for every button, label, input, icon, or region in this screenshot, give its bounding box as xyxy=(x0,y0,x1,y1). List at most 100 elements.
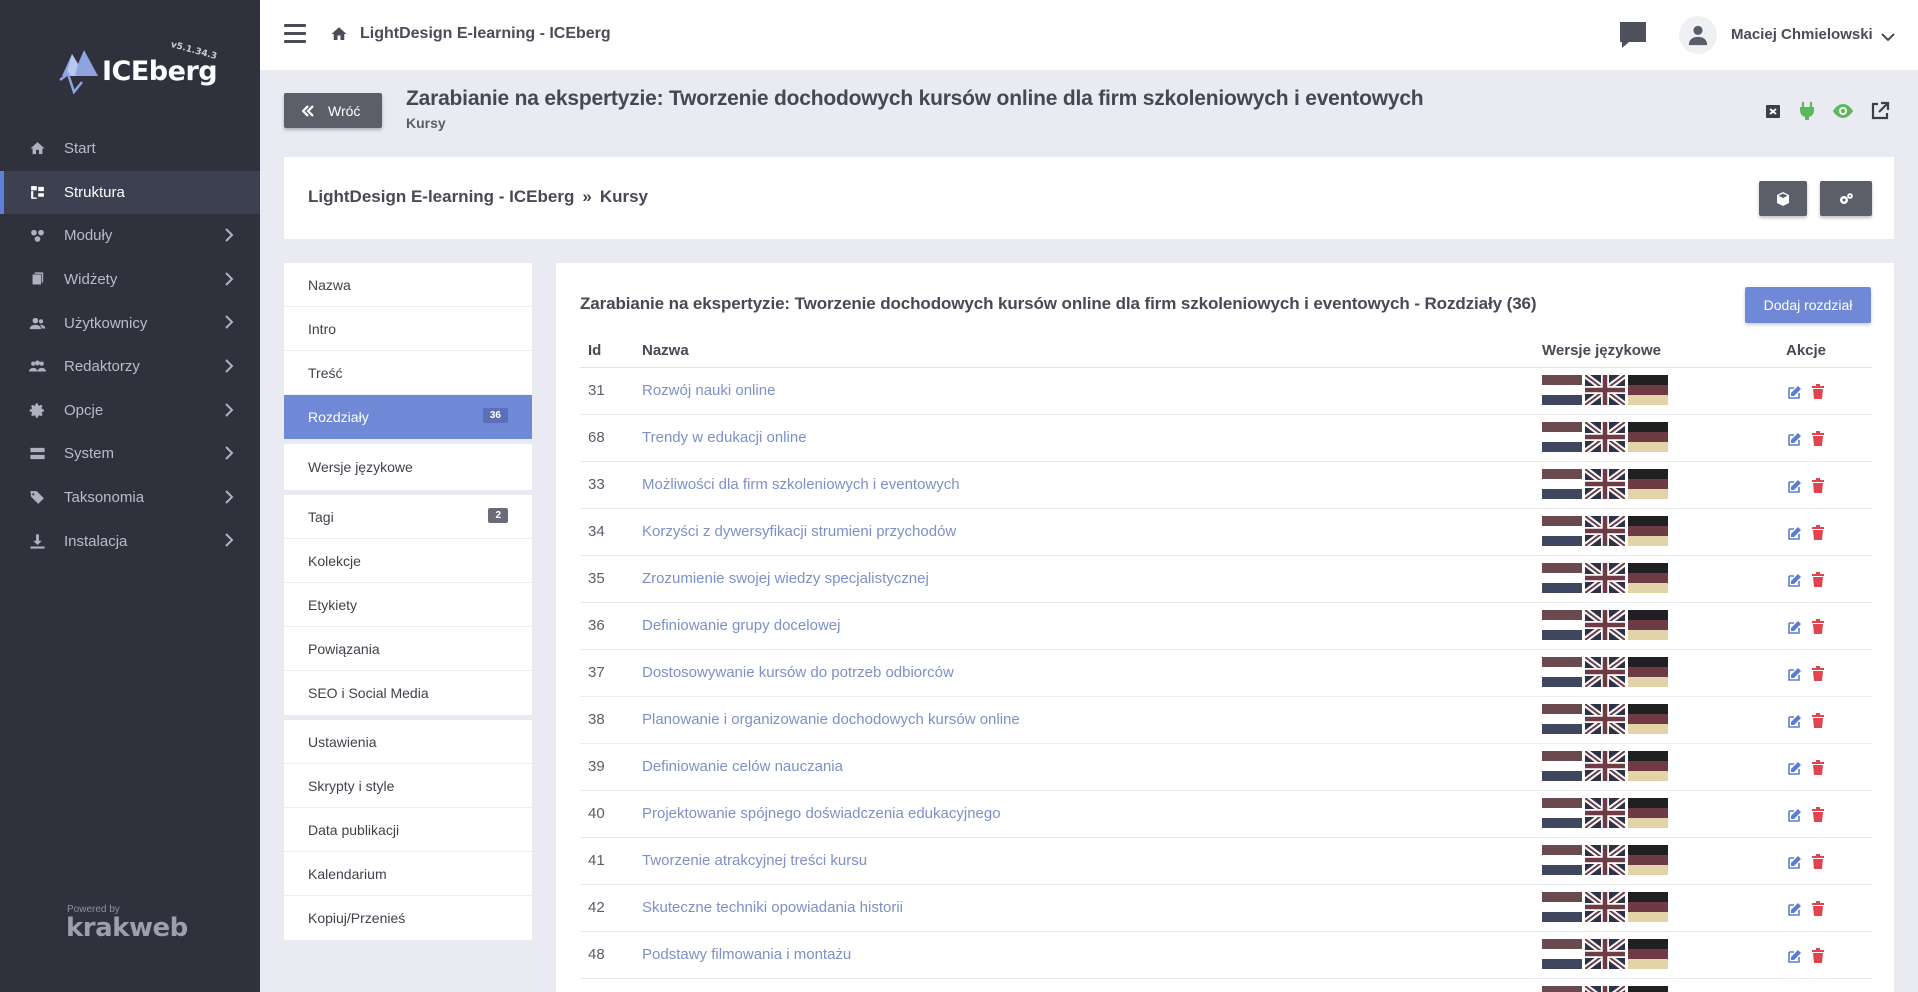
de-flag-icon[interactable] xyxy=(1628,375,1668,405)
content-menu-item-kopiuj[interactable]: Kopiuj/Przenieś xyxy=(284,896,532,940)
back-button[interactable]: Wróć xyxy=(284,93,382,128)
content-menu-item-tresc[interactable]: Treść xyxy=(284,351,532,395)
edit-icon[interactable] xyxy=(1788,855,1802,869)
gb-flag-icon[interactable] xyxy=(1585,704,1625,734)
close-box-icon[interactable] xyxy=(1762,100,1784,122)
row-name-link[interactable]: Podstawy filmowania i montażu xyxy=(642,946,851,963)
pl-flag-icon[interactable] xyxy=(1542,422,1582,452)
sidebar-item-opcje[interactable]: Opcje xyxy=(0,389,260,433)
de-flag-icon[interactable] xyxy=(1628,845,1668,875)
pl-flag-icon[interactable] xyxy=(1542,939,1582,969)
pl-flag-icon[interactable] xyxy=(1542,469,1582,499)
sidebar-item-struktura[interactable]: Struktura xyxy=(0,170,260,215)
cube-button[interactable] xyxy=(1759,181,1807,216)
pl-flag-icon[interactable] xyxy=(1542,892,1582,922)
de-flag-icon[interactable] xyxy=(1628,469,1668,499)
row-name-link[interactable]: Projektowanie spójnego doświadczenia edu… xyxy=(642,805,1001,822)
content-menu-item-skrypty[interactable]: Skrypty i style xyxy=(284,764,532,808)
edit-icon[interactable] xyxy=(1788,902,1802,916)
de-flag-icon[interactable] xyxy=(1628,704,1668,734)
row-name-link[interactable]: Trendy w edukacji online xyxy=(642,429,807,446)
de-flag-icon[interactable] xyxy=(1628,798,1668,828)
gb-flag-icon[interactable] xyxy=(1585,751,1625,781)
content-menu-item-wersje[interactable]: Wersje językowe xyxy=(284,444,532,490)
sidebar-item-taksonomia[interactable]: Taksonomia xyxy=(0,476,260,520)
content-menu-item-etykiety[interactable]: Etykiety xyxy=(284,583,532,627)
app-logo[interactable]: ICEberg v5.1.34.3 xyxy=(58,40,228,102)
powered-brand-logo[interactable]: krakweb xyxy=(66,913,188,943)
content-menu-item-kolekcje[interactable]: Kolekcje xyxy=(284,539,532,583)
pl-flag-icon[interactable] xyxy=(1542,798,1582,828)
sidebar-item-start[interactable]: Start xyxy=(0,127,260,171)
row-name-link[interactable]: Skuteczne techniki opowiadania historii xyxy=(642,899,903,916)
row-name-link[interactable]: Planowanie i organizowanie dochodowych k… xyxy=(642,711,1020,728)
settings-button[interactable] xyxy=(1820,181,1872,216)
hamburger-menu-icon[interactable] xyxy=(284,24,306,44)
row-name-link[interactable]: Zrozumienie swojej wiedzy specjalistyczn… xyxy=(642,570,929,587)
row-name-link[interactable]: Możliwości dla firm szkoleniowych i even… xyxy=(642,476,960,493)
edit-icon[interactable] xyxy=(1788,667,1802,681)
gb-flag-icon[interactable] xyxy=(1585,610,1625,640)
edit-icon[interactable] xyxy=(1788,432,1802,446)
edit-icon[interactable] xyxy=(1788,761,1802,775)
column-header-name[interactable]: Nazwa xyxy=(642,342,689,359)
trash-icon[interactable] xyxy=(1812,901,1824,916)
content-menu-item-powiazania[interactable]: Powiązania xyxy=(284,627,532,671)
edit-icon[interactable] xyxy=(1788,808,1802,822)
pl-flag-icon[interactable] xyxy=(1542,751,1582,781)
sidebar-item-widzety[interactable]: Widżety xyxy=(0,258,260,302)
breadcrumb-root[interactable]: LightDesign E-learning - ICEberg xyxy=(308,187,574,206)
home-icon[interactable] xyxy=(330,25,348,43)
gb-flag-icon[interactable] xyxy=(1585,845,1625,875)
pl-flag-icon[interactable] xyxy=(1542,986,1582,992)
de-flag-icon[interactable] xyxy=(1628,610,1668,640)
sidebar-item-system[interactable]: System xyxy=(0,432,260,476)
avatar[interactable] xyxy=(1679,16,1717,54)
trash-icon[interactable] xyxy=(1812,572,1824,587)
edit-icon[interactable] xyxy=(1788,573,1802,587)
sidebar-item-moduly[interactable]: Moduły xyxy=(0,214,260,258)
row-name-link[interactable]: Definiowanie celów nauczania xyxy=(642,758,843,775)
trash-icon[interactable] xyxy=(1812,807,1824,822)
pl-flag-icon[interactable] xyxy=(1542,563,1582,593)
de-flag-icon[interactable] xyxy=(1628,751,1668,781)
gb-flag-icon[interactable] xyxy=(1585,516,1625,546)
sidebar-item-redaktorzy[interactable]: Redaktorzy xyxy=(0,345,260,389)
trash-icon[interactable] xyxy=(1812,666,1824,681)
de-flag-icon[interactable] xyxy=(1628,563,1668,593)
gb-flag-icon[interactable] xyxy=(1585,986,1625,992)
chat-icon[interactable] xyxy=(1617,19,1649,51)
row-name-link[interactable]: Korzyści z dywersyfikacji strumieni przy… xyxy=(642,523,956,540)
edit-icon[interactable] xyxy=(1788,385,1802,399)
trash-icon[interactable] xyxy=(1812,478,1824,493)
sidebar-item-instalacja[interactable]: Instalacja xyxy=(0,519,260,563)
trash-icon[interactable] xyxy=(1812,384,1824,399)
plug-icon[interactable] xyxy=(1796,100,1818,122)
gb-flag-icon[interactable] xyxy=(1585,469,1625,499)
content-menu-item-ustawienia[interactable]: Ustawienia xyxy=(284,720,532,764)
content-menu-item-nazwa[interactable]: Nazwa xyxy=(284,263,532,307)
chevron-down-icon[interactable] xyxy=(1881,29,1895,42)
edit-icon[interactable] xyxy=(1788,479,1802,493)
row-name-link[interactable]: Dostosowywanie kursów do potrzeb odbiorc… xyxy=(642,664,954,681)
row-name-link[interactable]: Tworzenie atrakcyjnej treści kursu xyxy=(642,852,867,869)
edit-icon[interactable] xyxy=(1788,620,1802,634)
pl-flag-icon[interactable] xyxy=(1542,704,1582,734)
gb-flag-icon[interactable] xyxy=(1585,939,1625,969)
content-menu-item-tagi[interactable]: Tagi 2 xyxy=(284,495,532,539)
gb-flag-icon[interactable] xyxy=(1585,563,1625,593)
de-flag-icon[interactable] xyxy=(1628,939,1668,969)
de-flag-icon[interactable] xyxy=(1628,657,1668,687)
gb-flag-icon[interactable] xyxy=(1585,657,1625,687)
de-flag-icon[interactable] xyxy=(1628,986,1668,992)
row-name-link[interactable]: Rozwój nauki online xyxy=(642,382,775,399)
content-menu-item-data-publikacji[interactable]: Data publikacji xyxy=(284,808,532,852)
pl-flag-icon[interactable] xyxy=(1542,610,1582,640)
row-name-link[interactable]: Definiowanie grupy docelowej xyxy=(642,617,840,634)
de-flag-icon[interactable] xyxy=(1628,422,1668,452)
gb-flag-icon[interactable] xyxy=(1585,798,1625,828)
sidebar-item-uzytkownicy[interactable]: Użytkownicy xyxy=(0,301,260,345)
edit-icon[interactable] xyxy=(1788,526,1802,540)
edit-icon[interactable] xyxy=(1788,714,1802,728)
pl-flag-icon[interactable] xyxy=(1542,375,1582,405)
